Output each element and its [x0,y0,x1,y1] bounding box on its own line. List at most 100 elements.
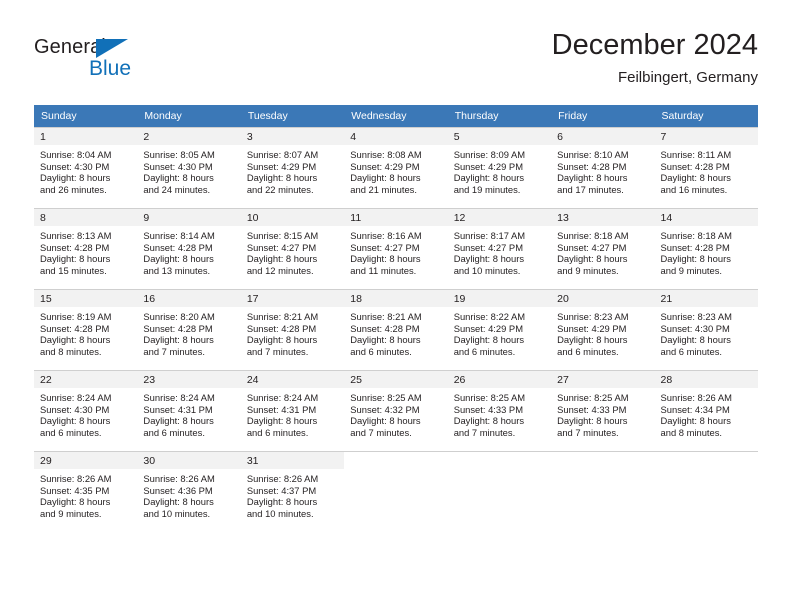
day-number: 4 [344,128,448,145]
day-detail-sunset: Sunset: 4:33 PM [453,403,523,415]
day-details: Sunrise: 8:15 AM Sunset: 4:27 PM Daylight:… [241,226,344,276]
calendar-week-row: 1 Sunrise: 8:04 AM Sunset: 4:30 PM Daylight… [34,127,758,209]
day-details: Sunrise: 8:18 AM Sunset: 4:27 PM Daylight:… [551,226,654,276]
calendar-day-cell[interactable]: 2 Sunrise: 8:05 AM Sunset: 4:30 PM Daylight… [137,127,241,209]
calendar-day-cell[interactable]: 22 Sunrise: 8:24 AM Sunset: 4:30 PM Dayligh… [34,370,138,452]
day-number [344,452,447,469]
calendar-day-cell[interactable]: 8 Sunrise: 8:13 AM Sunset: 4:28 PM Daylight… [34,208,138,290]
calendar-header-row: Sunday Monday Tuesday Wednesday Thursday… [34,105,758,128]
calendar-day-cell[interactable]: 29 Sunrise: 8:26 AM Sunset: 4:35 PM Dayligh… [34,451,138,532]
page-header: General Blue December 2024 Feilbingert, … [34,28,758,96]
calendar-day-cell[interactable]: 21 Sunrise: 8:23 AM Sunset: 4:30 PM Dayligh… [654,289,758,371]
calendar-day-cell[interactable]: 23 Sunrise: 8:24 AM Sunset: 4:31 PM Dayligh… [137,370,241,452]
day-detail-sunset: Sunset: 4:28 PM [143,241,213,253]
day-details: Sunrise: 8:10 AM Sunset: 4:28 PM Daylight:… [551,145,654,195]
calendar-day-cell[interactable]: 12 Sunrise: 8:17 AM Sunset: 4:27 PM Dayligh… [447,208,552,290]
calendar-day-cell[interactable]: 17 Sunrise: 8:21 AM Sunset: 4:28 PM Dayligh… [240,289,345,371]
day-detail-sunset: Sunset: 4:27 PM [453,241,523,253]
day-detail-sunset: Sunset: 4:30 PM [660,322,730,334]
calendar-week-row: 15 Sunrise: 8:19 AM Sunset: 4:28 PM Dayligh… [34,289,758,371]
calendar-day-cell[interactable]: 15 Sunrise: 8:19 AM Sunset: 4:28 PM Dayligh… [34,289,138,371]
page-title: December 2024 [551,29,758,61]
calendar-day-cell[interactable]: 31 Sunrise: 8:26 AM Sunset: 4:37 PM Dayligh… [240,451,345,532]
day-detail-daylight-line2: and 6 minutes. [660,345,723,357]
day-detail-daylight-line2: and 9 minutes. [557,264,619,276]
day-detail-sunrise: Sunrise: 8:21 AM [246,311,319,322]
calendar-day-cell[interactable]: 13 Sunrise: 8:18 AM Sunset: 4:27 PM Dayligh… [551,208,655,290]
title-block: December 2024 Feilbingert, Germany [552,28,758,88]
day-detail-sunrise: Sunrise: 8:14 AM [143,230,215,241]
day-cell-inner: 19 Sunrise: 8:22 AM Sunset: 4:29 PM Dayligh… [447,290,552,370]
day-detail-daylight-line2: and 6 minutes. [453,345,516,357]
calendar-day-cell[interactable]: 6 Sunrise: 8:10 AM Sunset: 4:28 PM Daylight… [551,127,655,209]
day-detail-daylight-line2: and 15 minutes. [40,264,107,276]
day-detail-sunset: Sunset: 4:30 PM [40,403,110,415]
calendar-day-cell[interactable]: 25 Sunrise: 8:25 AM Sunset: 4:32 PM Dayligh… [344,370,448,452]
day-detail-sunset: Sunset: 4:34 PM [660,403,730,415]
calendar-day-cell[interactable]: 19 Sunrise: 8:22 AM Sunset: 4:29 PM Dayligh… [447,289,552,371]
day-details: Sunrise: 8:13 AM Sunset: 4:28 PM Daylight:… [34,226,137,276]
calendar-day-cell[interactable]: 11 Sunrise: 8:16 AM Sunset: 4:27 PM Dayligh… [344,208,448,290]
day-cell-inner: 21 Sunrise: 8:23 AM Sunset: 4:30 PM Dayligh… [654,290,758,370]
day-detail-daylight-line2: and 7 minutes. [246,345,309,357]
calendar-day-cell[interactable]: 5 Sunrise: 8:09 AM Sunset: 4:29 PM Daylight… [447,127,552,209]
weekday-header-thursday: Thursday [447,105,552,128]
calendar-day-cell[interactable]: 16 Sunrise: 8:20 AM Sunset: 4:28 PM Dayligh… [137,289,241,371]
day-detail-daylight-line1: Daylight: 8 hours [143,172,214,184]
calendar-day-cell[interactable]: 26 Sunrise: 8:25 AM Sunset: 4:33 PM Dayligh… [447,370,552,452]
calendar-day-cell[interactable]: 18 Sunrise: 8:21 AM Sunset: 4:28 PM Dayligh… [344,289,448,371]
day-number: 24 [240,371,345,388]
calendar-day-cell[interactable]: 9 Sunrise: 8:14 AM Sunset: 4:28 PM Daylight… [137,208,241,290]
day-number: 2 [137,128,241,145]
day-detail-daylight-line1: Daylight: 8 hours [40,172,111,184]
brand-logo[interactable]: General Blue [34,36,234,92]
calendar-day-cell[interactable]: 20 Sunrise: 8:23 AM Sunset: 4:29 PM Dayligh… [551,289,655,371]
day-number: 6 [551,128,655,145]
day-detail-daylight-line1: Daylight: 8 hours [350,334,421,346]
calendar-day-cell[interactable]: 14 Sunrise: 8:18 AM Sunset: 4:28 PM Dayligh… [654,208,758,290]
calendar-day-cell[interactable]: 1 Sunrise: 8:04 AM Sunset: 4:30 PM Daylight… [34,127,138,209]
calendar-day-cell[interactable]: 28 Sunrise: 8:26 AM Sunset: 4:34 PM Dayligh… [654,370,758,452]
day-number: 1 [34,128,138,145]
day-cell-inner: 6 Sunrise: 8:10 AM Sunset: 4:28 PM Daylight… [551,128,655,208]
day-details [344,469,447,473]
day-detail-sunset: Sunset: 4:28 PM [40,322,110,334]
day-detail-daylight-line2: and 6 minutes. [40,426,102,438]
day-number: 5 [447,128,552,145]
day-detail-sunrise: Sunrise: 8:23 AM [557,311,629,322]
calendar-day-cell[interactable]: 7 Sunrise: 8:11 AM Sunset: 4:28 PM Daylight… [654,127,758,209]
day-number: 11 [344,209,448,226]
day-cell-inner: 22 Sunrise: 8:24 AM Sunset: 4:30 PM Dayligh… [34,371,138,451]
day-details [448,469,551,473]
day-detail-daylight-line1: Daylight: 8 hours [143,496,214,508]
calendar-day-cell[interactable]: 30 Sunrise: 8:26 AM Sunset: 4:36 PM Dayligh… [137,451,241,532]
weekday-header-monday: Monday [137,105,241,128]
day-cell-inner: 9 Sunrise: 8:14 AM Sunset: 4:28 PM Daylight… [137,209,241,289]
calendar-grid: Sunday Monday Tuesday Wednesday Thursday… [34,105,758,532]
day-detail-daylight-line2: and 9 minutes. [660,264,723,276]
day-detail-sunrise: Sunrise: 8:16 AM [350,230,422,241]
page-subtitle: Feilbingert, Germany [617,69,758,86]
day-cell-inner: 3 Sunrise: 8:07 AM Sunset: 4:29 PM Daylight… [240,128,345,208]
day-details: Sunrise: 8:07 AM Sunset: 4:29 PM Daylight:… [241,145,344,195]
calendar-day-cell[interactable]: 10 Sunrise: 8:15 AM Sunset: 4:27 PM Dayligh… [240,208,345,290]
day-detail-sunset: Sunset: 4:29 PM [453,160,523,172]
day-cell-inner: 29 Sunrise: 8:26 AM Sunset: 4:35 PM Dayligh… [34,452,138,532]
calendar-body: 1 Sunrise: 8:04 AM Sunset: 4:30 PM Daylight… [34,127,758,532]
blue-triangle-icon [96,39,128,58]
day-cell-inner: 5 Sunrise: 8:09 AM Sunset: 4:29 PM Daylight… [447,128,552,208]
calendar-day-cell[interactable]: 4 Sunrise: 8:08 AM Sunset: 4:29 PM Daylight… [344,127,448,209]
day-detail-sunrise: Sunrise: 8:20 AM [143,311,215,322]
calendar-day-cell[interactable]: 3 Sunrise: 8:07 AM Sunset: 4:29 PM Daylight… [240,127,345,209]
day-cell-inner: 10 Sunrise: 8:15 AM Sunset: 4:27 PM Dayligh… [240,209,345,289]
day-cell-inner: 20 Sunrise: 8:23 AM Sunset: 4:29 PM Dayligh… [551,290,655,370]
day-detail-daylight-line2: and 11 minutes. [350,264,417,276]
day-detail-sunset: Sunset: 4:28 PM [660,241,730,253]
day-detail-daylight-line2: and 10 minutes. [143,507,211,519]
calendar-day-cell[interactable]: 27 Sunrise: 8:25 AM Sunset: 4:33 PM Dayligh… [551,370,655,452]
day-detail-sunrise: Sunrise: 8:25 AM [557,392,629,403]
calendar-day-cell[interactable]: 24 Sunrise: 8:24 AM Sunset: 4:31 PM Dayligh… [240,370,345,452]
day-number: 28 [654,371,758,388]
brand-name-blue: Blue [89,57,132,80]
day-details [655,469,758,473]
